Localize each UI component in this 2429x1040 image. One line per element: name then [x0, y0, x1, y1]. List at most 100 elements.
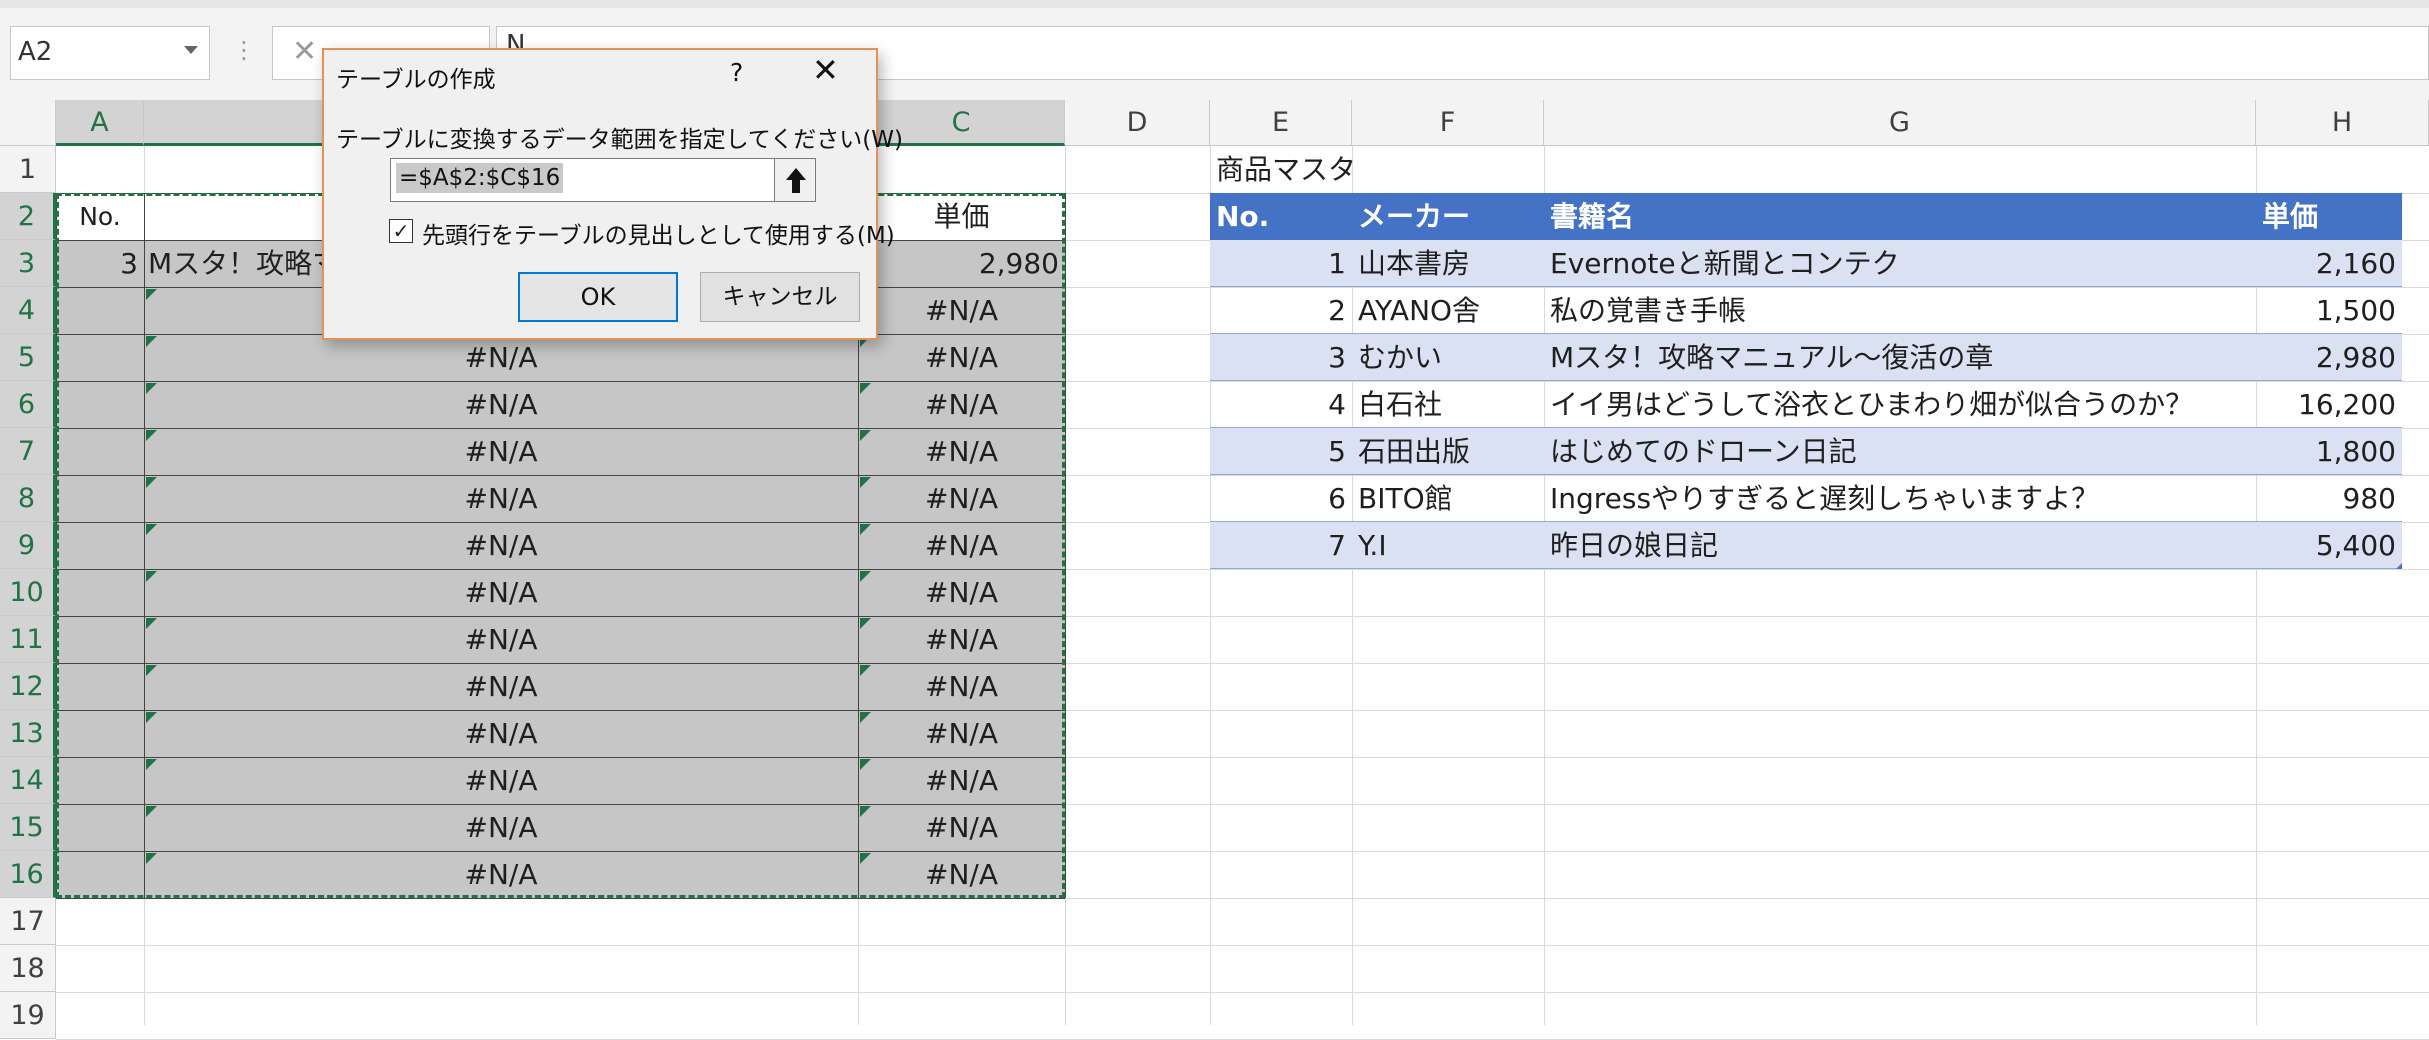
- error-indicator-icon[interactable]: [146, 477, 157, 488]
- range-collapse-icon[interactable]: [774, 158, 816, 202]
- cancel-button[interactable]: キャンセル: [700, 272, 860, 322]
- error-indicator-icon[interactable]: [860, 383, 871, 394]
- column-header-e[interactable]: E: [1210, 100, 1352, 146]
- master-title-cell[interactable]: 昨日の娘日記: [1550, 522, 2252, 569]
- error-indicator-icon[interactable]: [860, 477, 871, 488]
- error-indicator-icon[interactable]: [860, 665, 871, 676]
- row-header-18[interactable]: 18: [0, 945, 56, 992]
- error-indicator-icon[interactable]: [146, 571, 157, 582]
- row-header-2[interactable]: 2: [0, 193, 56, 240]
- na-cell[interactable]: #N/A: [144, 616, 858, 663]
- row-header-3[interactable]: 3: [0, 240, 56, 287]
- row-header-4[interactable]: 4: [0, 287, 56, 334]
- master-maker-cell[interactable]: BITO館: [1358, 475, 1540, 522]
- na-cell[interactable]: #N/A: [144, 334, 858, 381]
- row-header-11[interactable]: 11: [0, 616, 56, 663]
- na-cell[interactable]: #N/A: [858, 334, 1065, 381]
- master-header-3[interactable]: 単価: [2262, 193, 2318, 240]
- master-header-1[interactable]: メーカー: [1358, 193, 1470, 240]
- error-indicator-icon[interactable]: [860, 806, 871, 817]
- master-no-cell[interactable]: 1: [1210, 240, 1346, 287]
- select-all-corner[interactable]: [0, 100, 56, 146]
- na-cell[interactable]: #N/A: [858, 287, 1065, 334]
- na-cell[interactable]: #N/A: [144, 804, 858, 851]
- error-indicator-icon[interactable]: [146, 524, 157, 535]
- row-header-19[interactable]: 19: [0, 992, 56, 1039]
- row-header-12[interactable]: 12: [0, 663, 56, 710]
- na-cell[interactable]: #N/A: [858, 851, 1065, 898]
- row-header-13[interactable]: 13: [0, 710, 56, 757]
- master-price-cell[interactable]: 2,980: [2256, 334, 2396, 381]
- close-icon[interactable]: ✕: [812, 54, 839, 86]
- no-cell[interactable]: 3: [56, 240, 138, 287]
- header-row-checkbox-label[interactable]: 先頭行をテーブルの見出しとして使用する(M): [422, 216, 895, 250]
- header-row-checkbox[interactable]: ✓: [389, 219, 413, 243]
- na-cell[interactable]: #N/A: [144, 475, 858, 522]
- row-header-8[interactable]: 8: [0, 475, 56, 522]
- error-indicator-icon[interactable]: [146, 853, 157, 864]
- na-cell[interactable]: #N/A: [144, 851, 858, 898]
- column-header-f[interactable]: F: [1352, 100, 1544, 146]
- error-indicator-icon[interactable]: [146, 806, 157, 817]
- na-cell[interactable]: #N/A: [144, 710, 858, 757]
- na-cell[interactable]: #N/A: [144, 428, 858, 475]
- chevron-down-icon[interactable]: [184, 46, 198, 54]
- na-cell[interactable]: #N/A: [858, 804, 1065, 851]
- na-cell[interactable]: #N/A: [144, 663, 858, 710]
- master-header-0[interactable]: No.: [1216, 193, 1269, 240]
- error-indicator-icon[interactable]: [860, 430, 871, 441]
- na-cell[interactable]: #N/A: [858, 757, 1065, 804]
- column-header-a[interactable]: A: [56, 100, 144, 146]
- master-title-cell[interactable]: Mスタ！攻略マニュアル〜復活の章: [1550, 334, 2252, 381]
- master-title[interactable]: 商品マスタ: [1216, 146, 1356, 193]
- master-maker-cell[interactable]: 山本書房: [1358, 240, 1540, 287]
- master-price-cell[interactable]: 5,400: [2256, 522, 2396, 569]
- error-indicator-icon[interactable]: [146, 289, 157, 300]
- row-header-6[interactable]: 6: [0, 381, 56, 428]
- formula-cancel-icon[interactable]: ✕: [292, 34, 317, 69]
- master-price-cell[interactable]: 2,160: [2256, 240, 2396, 287]
- master-maker-cell[interactable]: むかい: [1358, 334, 1540, 381]
- column-header-d[interactable]: D: [1065, 100, 1210, 146]
- row-header-16[interactable]: 16: [0, 851, 56, 898]
- na-cell[interactable]: #N/A: [858, 663, 1065, 710]
- master-title-cell[interactable]: Evernoteと新聞とコンテク: [1550, 240, 2252, 287]
- row-header-17[interactable]: 17: [0, 898, 56, 945]
- na-cell[interactable]: #N/A: [858, 522, 1065, 569]
- master-no-cell[interactable]: 5: [1210, 428, 1346, 475]
- error-indicator-icon[interactable]: [860, 571, 871, 582]
- range-value[interactable]: =$A$2:$C$16: [396, 163, 564, 193]
- na-cell[interactable]: #N/A: [858, 428, 1065, 475]
- master-no-cell[interactable]: 7: [1210, 522, 1346, 569]
- master-price-cell[interactable]: 1,500: [2256, 287, 2396, 334]
- na-cell[interactable]: #N/A: [858, 381, 1065, 428]
- master-price-cell[interactable]: 980: [2256, 475, 2396, 522]
- na-cell[interactable]: #N/A: [858, 710, 1065, 757]
- na-cell[interactable]: #N/A: [144, 569, 858, 616]
- master-header-2[interactable]: 書籍名: [1550, 193, 1634, 240]
- master-maker-cell[interactable]: 石田出版: [1358, 428, 1540, 475]
- na-cell[interactable]: #N/A: [144, 522, 858, 569]
- error-indicator-icon[interactable]: [146, 336, 157, 347]
- master-title-cell[interactable]: はじめてのドローン日記: [1550, 428, 2252, 475]
- error-indicator-icon[interactable]: [860, 712, 871, 723]
- master-maker-cell[interactable]: Y.I: [1358, 522, 1540, 569]
- master-maker-cell[interactable]: AYANO舎: [1358, 287, 1540, 334]
- error-indicator-icon[interactable]: [146, 712, 157, 723]
- master-price-cell[interactable]: 1,800: [2256, 428, 2396, 475]
- master-no-cell[interactable]: 6: [1210, 475, 1346, 522]
- error-indicator-icon[interactable]: [860, 759, 871, 770]
- row-header-15[interactable]: 15: [0, 804, 56, 851]
- error-indicator-icon[interactable]: [146, 430, 157, 441]
- master-no-cell[interactable]: 2: [1210, 287, 1346, 334]
- master-no-cell[interactable]: 3: [1210, 334, 1346, 381]
- ok-button[interactable]: OK: [518, 272, 678, 322]
- master-title-cell[interactable]: 私の覚書き手帳: [1550, 287, 2252, 334]
- na-cell[interactable]: #N/A: [858, 616, 1065, 663]
- row-header-7[interactable]: 7: [0, 428, 56, 475]
- na-cell[interactable]: #N/A: [144, 757, 858, 804]
- error-indicator-icon[interactable]: [860, 524, 871, 535]
- master-no-cell[interactable]: 4: [1210, 381, 1346, 428]
- help-icon[interactable]: ?: [730, 58, 743, 87]
- row-header-1[interactable]: 1: [0, 146, 56, 193]
